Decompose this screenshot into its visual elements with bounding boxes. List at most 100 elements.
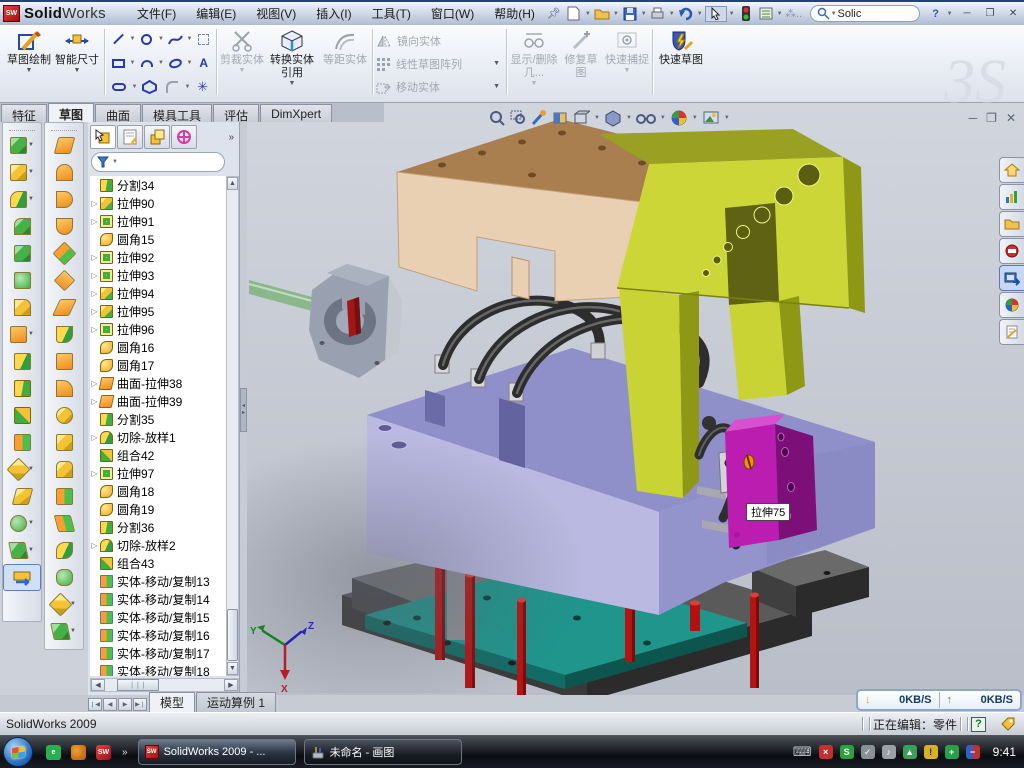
zoom-fit-icon[interactable] xyxy=(488,109,506,127)
quick-launch-solidworks-icon[interactable]: SW xyxy=(96,745,111,760)
help-icon[interactable]: ? xyxy=(927,6,945,22)
tree-item[interactable]: ▷组合42 xyxy=(90,446,226,464)
configuration-manager-tab[interactable] xyxy=(144,125,170,149)
smart-dimension-button[interactable]: 智能尺寸▼ xyxy=(54,28,100,74)
tray-health-guard-icon[interactable]: + xyxy=(945,745,959,759)
file-explorer-icon[interactable] xyxy=(999,211,1024,237)
tray-update-check-icon[interactable]: ✓ xyxy=(861,745,875,759)
tree-item[interactable]: ▷组合43 xyxy=(90,554,226,572)
quick-launch-launcher-icon[interactable] xyxy=(71,745,86,760)
graphics-viewport[interactable]: Y Z X ▼ ▼ ▼ ▼ ▼ ─ ❐ ✕ 拉伸75 xyxy=(247,103,1024,695)
dropdown-caret[interactable]: ▼ xyxy=(187,36,193,42)
features-toolbar-button[interactable]: ▼ xyxy=(3,159,41,186)
tree-item[interactable]: ▷切除-放样1 xyxy=(90,428,226,446)
scrollbar-thumb[interactable] xyxy=(227,609,238,661)
features-toolbar-button[interactable]: ▼ xyxy=(3,456,41,483)
tree-item[interactable]: ▷实体-移动/复制16 xyxy=(90,626,226,644)
features-toolbar-button[interactable] xyxy=(3,240,41,267)
tray-warning-icon[interactable]: ! xyxy=(924,745,938,759)
scene-icon[interactable] xyxy=(702,109,720,127)
dropdown-caret[interactable]: ▼ xyxy=(641,11,647,17)
menu-tools[interactable]: 工具(T) xyxy=(363,2,420,25)
tab-scroll-first[interactable]: ❘◀ xyxy=(88,698,102,711)
solidworks-content-icon[interactable] xyxy=(999,238,1024,264)
surfaces-toolbar-button[interactable]: ▼ xyxy=(45,618,83,645)
taskbar-window-paint[interactable]: 未命名 - 画图 xyxy=(304,739,462,765)
surfaces-toolbar-button[interactable] xyxy=(45,537,83,564)
taskbar-clock[interactable]: 9:41 xyxy=(993,745,1016,759)
close-button[interactable]: ✕ xyxy=(1004,6,1023,21)
polygon-tool-icon[interactable] xyxy=(138,80,161,94)
panel-overflow-chevron[interactable]: » xyxy=(228,132,237,143)
tree-item[interactable]: ▷分割35 xyxy=(90,410,226,428)
tree-item[interactable]: ▷拉伸95 xyxy=(90,302,226,320)
tree-item[interactable]: ▷实体-移动/复制15 xyxy=(90,608,226,626)
features-toolbar-button[interactable] xyxy=(3,294,41,321)
expand-arrow-icon[interactable]: ▷ xyxy=(90,271,99,280)
surfaces-toolbar-button[interactable] xyxy=(45,159,83,186)
appearances-pane-icon[interactable] xyxy=(999,292,1024,318)
appearances-icon[interactable] xyxy=(670,109,688,127)
tray-sync-ball-icon[interactable]: − xyxy=(966,745,980,759)
features-toolbar-button[interactable]: ▼ xyxy=(3,132,41,159)
view-orientation-icon[interactable] xyxy=(572,109,590,127)
tray-vpn-icon[interactable]: ▲ xyxy=(903,745,917,759)
home-icon[interactable] xyxy=(999,157,1024,183)
quick-launch-chevron[interactable]: » xyxy=(122,747,128,758)
dropdown-caret[interactable]: ▼ xyxy=(692,115,698,121)
expand-arrow-icon[interactable]: ▷ xyxy=(90,199,99,208)
tree-item[interactable]: ▷拉伸90 xyxy=(90,194,226,212)
dropdown-caret[interactable]: ▼ xyxy=(669,11,675,17)
tree-item[interactable]: ▷圆角16 xyxy=(90,338,226,356)
dropdown-caret[interactable]: ▼ xyxy=(158,60,164,66)
property-manager-tab[interactable] xyxy=(117,125,143,149)
arc-tool-icon[interactable] xyxy=(136,60,157,67)
surfaces-toolbar-button[interactable] xyxy=(45,402,83,429)
tab-mold-tools[interactable]: 模具工具 xyxy=(142,104,212,122)
new-document-icon[interactable] xyxy=(565,6,583,22)
dropdown-caret[interactable]: ▼ xyxy=(158,36,164,42)
dropdown-caret[interactable]: ▼ xyxy=(130,36,136,42)
filter-caret-icon[interactable]: ▼ xyxy=(112,159,118,165)
sketch-button[interactable]: 草图绘制▼ xyxy=(6,28,52,74)
print-icon[interactable] xyxy=(649,6,667,22)
keyboard-layout-icon[interactable]: ⌨ xyxy=(793,744,812,760)
surfaces-toolbar-button[interactable] xyxy=(45,240,83,267)
menu-insert[interactable]: 插入(I) xyxy=(307,2,360,25)
tab-model[interactable]: 模型 xyxy=(149,692,195,712)
circle-tool-icon[interactable] xyxy=(136,34,157,45)
tab-surfaces[interactable]: 曲面 xyxy=(95,104,141,122)
tab-motion-study[interactable]: 运动算例 1 xyxy=(196,692,276,712)
toolbar-grip[interactable] xyxy=(9,124,35,131)
options-icon[interactable] xyxy=(757,6,775,22)
tab-features[interactable]: 特征 xyxy=(1,104,47,122)
dropdown-caret[interactable]: ▼ xyxy=(132,84,138,90)
features-toolbar-button[interactable] xyxy=(3,429,41,456)
custom-properties-icon[interactable] xyxy=(999,319,1024,345)
surfaces-toolbar-button[interactable] xyxy=(45,456,83,483)
search-value[interactable]: Solic xyxy=(838,8,862,20)
toolbar-grip[interactable] xyxy=(51,124,77,131)
taskbar-window-solidworks[interactable]: SW SolidWorks 2009 - ... xyxy=(138,739,296,765)
tree-item[interactable]: ▷拉伸97 xyxy=(90,464,226,482)
convert-entities-button[interactable]: 转换实体引用▼ xyxy=(266,28,318,87)
tree-item[interactable]: ▷实体-移动/复制13 xyxy=(90,572,226,590)
surfaces-toolbar-button[interactable] xyxy=(45,483,83,510)
expand-arrow-icon[interactable]: ▷ xyxy=(90,289,99,298)
line-tool-icon[interactable] xyxy=(108,38,129,40)
tab-scroll-last[interactable]: ▶❘ xyxy=(133,698,147,711)
select-icon[interactable] xyxy=(705,6,727,22)
features-toolbar-button[interactable]: ▼ xyxy=(3,537,41,564)
tree-horizontal-scrollbar[interactable]: ◀ ❘❘❘ ▶ xyxy=(90,678,239,692)
feature-manager-tab[interactable] xyxy=(90,125,116,149)
save-icon[interactable] xyxy=(621,6,639,22)
tree-filter-box[interactable]: ▼ xyxy=(91,152,225,172)
doc-close-button[interactable]: ✕ xyxy=(1006,111,1016,125)
dropdown-caret[interactable]: ▼ xyxy=(626,115,632,121)
tree-item[interactable]: ▷拉伸91 xyxy=(90,212,226,230)
features-toolbar-button[interactable] xyxy=(3,375,41,402)
expand-arrow-icon[interactable]: ▷ xyxy=(90,433,99,442)
surfaces-toolbar-button[interactable] xyxy=(45,429,83,456)
menu-window[interactable]: 窗口(W) xyxy=(422,2,483,25)
menu-view[interactable]: 视图(V) xyxy=(247,2,305,25)
